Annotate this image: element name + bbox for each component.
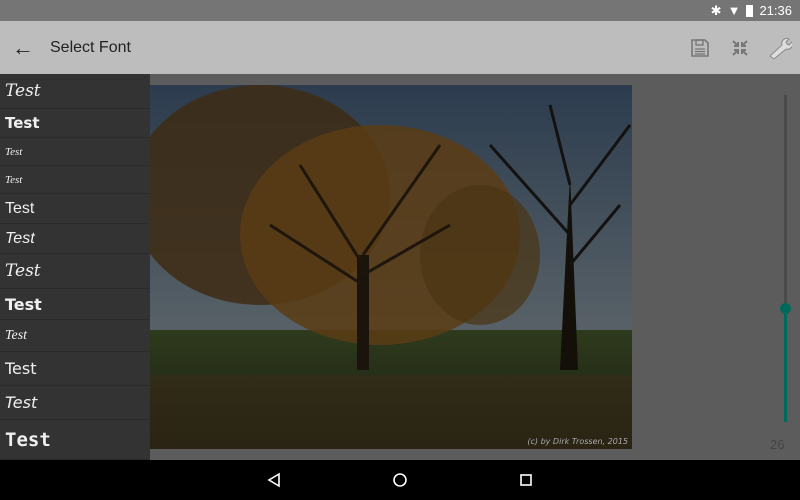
navigation-bar: [0, 460, 800, 500]
tree-photo: [150, 85, 632, 449]
font-item[interactable]: Test: [0, 420, 150, 460]
back-button[interactable]: ←: [0, 21, 46, 74]
slider-fill: [784, 307, 787, 422]
nav-back-button[interactable]: [266, 472, 282, 488]
status-bar: ✱ ▼ 21:36: [0, 0, 800, 21]
font-item[interactable]: Test: [0, 254, 150, 289]
font-item[interactable]: Test: [0, 138, 150, 166]
font-size-value: 26: [770, 437, 785, 452]
status-time: 21:36: [759, 3, 792, 18]
bluetooth-icon: ✱: [710, 2, 722, 18]
nav-recents-button[interactable]: [518, 472, 534, 488]
font-item[interactable]: Test: [0, 74, 150, 109]
font-item[interactable]: Test: [0, 166, 150, 194]
font-item[interactable]: Test: [0, 224, 150, 254]
font-item[interactable]: Test: [0, 320, 150, 352]
slider-thumb[interactable]: [780, 302, 791, 314]
nav-home-button[interactable]: [392, 472, 408, 488]
photo-credit: (c) by Dirk Trossen, 2015: [527, 437, 628, 446]
save-icon: [691, 38, 709, 57]
wrench-icon: [769, 37, 792, 59]
font-item[interactable]: Test: [0, 194, 150, 224]
arrow-left-icon: ←: [12, 34, 34, 60]
battery-icon: [746, 4, 754, 17]
font-item[interactable]: Test: [0, 109, 150, 138]
font-list[interactable]: Test Test Test Test Test Test Test Test …: [0, 74, 150, 460]
settings-button[interactable]: [760, 21, 800, 74]
font-item[interactable]: Test: [0, 352, 150, 386]
save-button[interactable]: [680, 21, 720, 74]
fullscreen-exit-button[interactable]: [720, 21, 760, 74]
font-item[interactable]: Test: [0, 386, 150, 420]
font-size-slider[interactable]: [780, 95, 791, 422]
photo-preview: (c) by Dirk Trossen, 2015: [150, 85, 632, 449]
wifi-icon: ▼: [727, 3, 741, 18]
fullscreen-exit-icon: [732, 39, 748, 56]
page-title: Select Font: [50, 38, 131, 56]
app-bar: ← Select Font: [0, 21, 800, 74]
font-item[interactable]: Test: [0, 289, 150, 320]
